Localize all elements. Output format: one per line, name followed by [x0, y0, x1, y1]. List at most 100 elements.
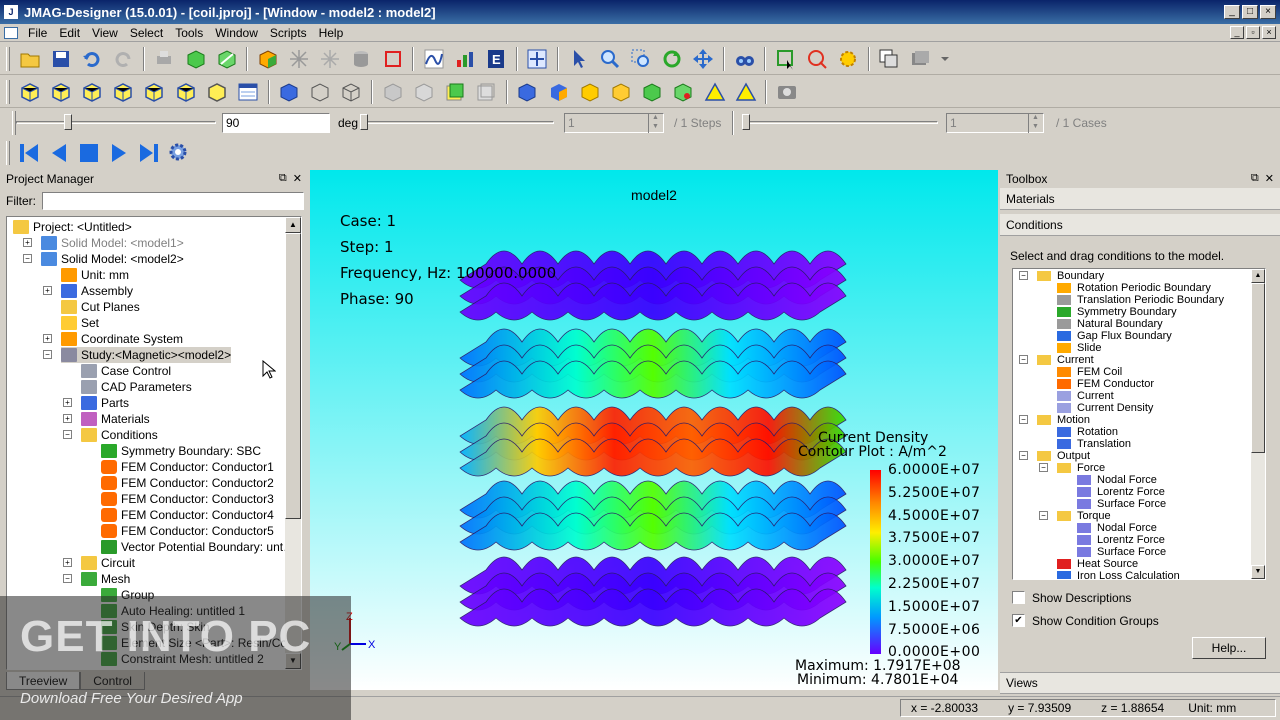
collapse-toggle[interactable]: −: [1019, 451, 1028, 460]
scroll-up-button[interactable]: ▲: [285, 217, 301, 233]
condition-node[interactable]: Gap Flux Boundary: [1057, 330, 1172, 342]
tree-node[interactable]: Project: <Untitled>: [13, 219, 132, 235]
view-iso5-button[interactable]: [141, 79, 167, 105]
toolbar-grip[interactable]: [6, 46, 10, 71]
case-slider-track[interactable]: [742, 121, 938, 124]
tree-node[interactable]: Constraint Mesh: untitled 2: [101, 651, 264, 667]
tree-scrollbar[interactable]: ▲ ▼: [285, 217, 301, 669]
green-part2-button[interactable]: [670, 79, 696, 105]
fit-button[interactable]: [524, 46, 550, 72]
collapse-toggle[interactable]: −: [63, 574, 72, 583]
step-slider-track[interactable]: [362, 121, 554, 124]
tree-node[interactable]: FEM Conductor: Conductor3: [101, 491, 274, 507]
condition-node[interactable]: Force: [1057, 462, 1105, 474]
gray1-button[interactable]: [380, 79, 406, 105]
show-condition-groups-label[interactable]: Show Condition Groups: [1032, 614, 1159, 628]
tree-node[interactable]: Case Control: [81, 363, 171, 379]
print-button[interactable]: [151, 46, 177, 72]
settings-select-button[interactable]: [835, 46, 861, 72]
table-button[interactable]: [452, 46, 478, 72]
tree-node[interactable]: Assembly: [61, 283, 133, 299]
float-panel-icon[interactable]: ⧉: [279, 172, 287, 185]
scroll-down-button[interactable]: ▼: [1251, 565, 1265, 579]
tree-node[interactable]: Study:<Magnetic><model2>: [61, 347, 232, 363]
step-spinner[interactable]: ▲ ▼: [648, 113, 662, 133]
layout-button[interactable]: [907, 46, 933, 72]
expand-toggle[interactable]: +: [43, 286, 52, 295]
collapse-toggle[interactable]: −: [23, 254, 32, 263]
condition-node[interactable]: Current: [1037, 354, 1094, 366]
view-iso2-button[interactable]: [48, 79, 74, 105]
open-button[interactable]: [17, 46, 43, 72]
tree-node[interactable]: Element Size <Part>: Resin/Coil: [101, 635, 292, 651]
condition-node[interactable]: FEM Conductor: [1057, 378, 1154, 390]
mdi-minimize-button[interactable]: _: [1230, 26, 1244, 39]
angle-slider-thumb[interactable]: [64, 114, 72, 130]
collapse-toggle[interactable]: −: [1039, 511, 1048, 520]
show-descriptions-label[interactable]: Show Descriptions: [1032, 591, 1131, 605]
condition-node[interactable]: Torque: [1057, 510, 1111, 522]
find-button[interactable]: [732, 46, 758, 72]
collapse-toggle[interactable]: −: [1019, 355, 1028, 364]
mdi-restore-button[interactable]: ▫: [1246, 26, 1260, 39]
condition-node[interactable]: Nodal Force: [1077, 474, 1157, 486]
toolbar-grip[interactable]: [6, 79, 10, 104]
tree-node[interactable]: Unit: mm: [61, 267, 129, 283]
tree-node[interactable]: Conditions: [81, 427, 158, 443]
condition-node[interactable]: Rotation: [1057, 426, 1118, 438]
tree-node[interactable]: Materials: [81, 411, 150, 427]
expand-toggle[interactable]: +: [43, 334, 52, 343]
menu-select[interactable]: Select: [124, 26, 169, 40]
collapse-toggle[interactable]: −: [1019, 415, 1028, 424]
condition-node[interactable]: Natural Boundary: [1057, 318, 1163, 330]
play-button[interactable]: [106, 140, 132, 166]
show-condition-groups-checkbox[interactable]: ✔: [1012, 614, 1025, 627]
gray2-button[interactable]: [411, 79, 437, 105]
scroll-thumb[interactable]: [1251, 283, 1265, 453]
step-slider-thumb[interactable]: [360, 114, 368, 130]
app-icon[interactable]: J: [4, 5, 18, 19]
triangle2-button[interactable]: [733, 79, 759, 105]
windows-button[interactable]: [876, 46, 902, 72]
condition-node[interactable]: Surface Force: [1077, 498, 1166, 510]
close-panel-icon[interactable]: ✕: [293, 172, 302, 185]
minimize-button[interactable]: _: [1224, 5, 1240, 19]
menu-file[interactable]: File: [22, 26, 53, 40]
view-list-button[interactable]: [235, 79, 261, 105]
triangle-button[interactable]: [702, 79, 728, 105]
view-iso1-button[interactable]: [17, 79, 43, 105]
mdi-close-button[interactable]: ×: [1262, 26, 1276, 39]
menu-edit[interactable]: Edit: [53, 26, 86, 40]
tree-node[interactable]: Vector Potential Boundary: unt…: [101, 539, 295, 555]
gray-face-button[interactable]: [473, 79, 499, 105]
toolbox-materials-section[interactable]: Materials: [1000, 188, 1280, 210]
case-slider-thumb[interactable]: [742, 114, 750, 130]
solid-button[interactable]: [183, 46, 209, 72]
angle-input[interactable]: 90: [222, 113, 330, 133]
condition-node[interactable]: Lorentz Force: [1077, 486, 1165, 498]
condition-node[interactable]: Slide: [1057, 342, 1101, 354]
mesh-button[interactable]: [286, 46, 312, 72]
document-icon[interactable]: [4, 26, 18, 39]
float-panel-icon[interactable]: ⧉: [1251, 172, 1259, 185]
condition-node[interactable]: Output: [1037, 450, 1090, 462]
circle-select-button[interactable]: [804, 46, 830, 72]
collapse-toggle[interactable]: −: [1039, 463, 1048, 472]
view-iso7-button[interactable]: [204, 79, 230, 105]
view-iso3-button[interactable]: [79, 79, 105, 105]
help-button[interactable]: Help...: [1192, 637, 1266, 659]
animation-settings-button[interactable]: [166, 140, 192, 166]
conditions-scrollbar[interactable]: ▲ ▼: [1251, 269, 1265, 579]
editor-button[interactable]: E: [483, 46, 509, 72]
tree-node[interactable]: Solid Model: <model2>: [41, 251, 184, 267]
tree-node[interactable]: Cut Planes: [61, 299, 140, 315]
rotate-button[interactable]: [659, 46, 685, 72]
condition-node[interactable]: Boundary: [1037, 270, 1104, 282]
menu-tools[interactable]: Tools: [169, 26, 209, 40]
tree-node[interactable]: FEM Conductor: Conductor5: [101, 523, 274, 539]
zoom-box-button[interactable]: [628, 46, 654, 72]
condition-node[interactable]: Symmetry Boundary: [1057, 306, 1177, 318]
scroll-down-button[interactable]: ▼: [285, 653, 301, 669]
tree-node[interactable]: Coordinate System: [61, 331, 183, 347]
solid2-button[interactable]: [214, 46, 240, 72]
